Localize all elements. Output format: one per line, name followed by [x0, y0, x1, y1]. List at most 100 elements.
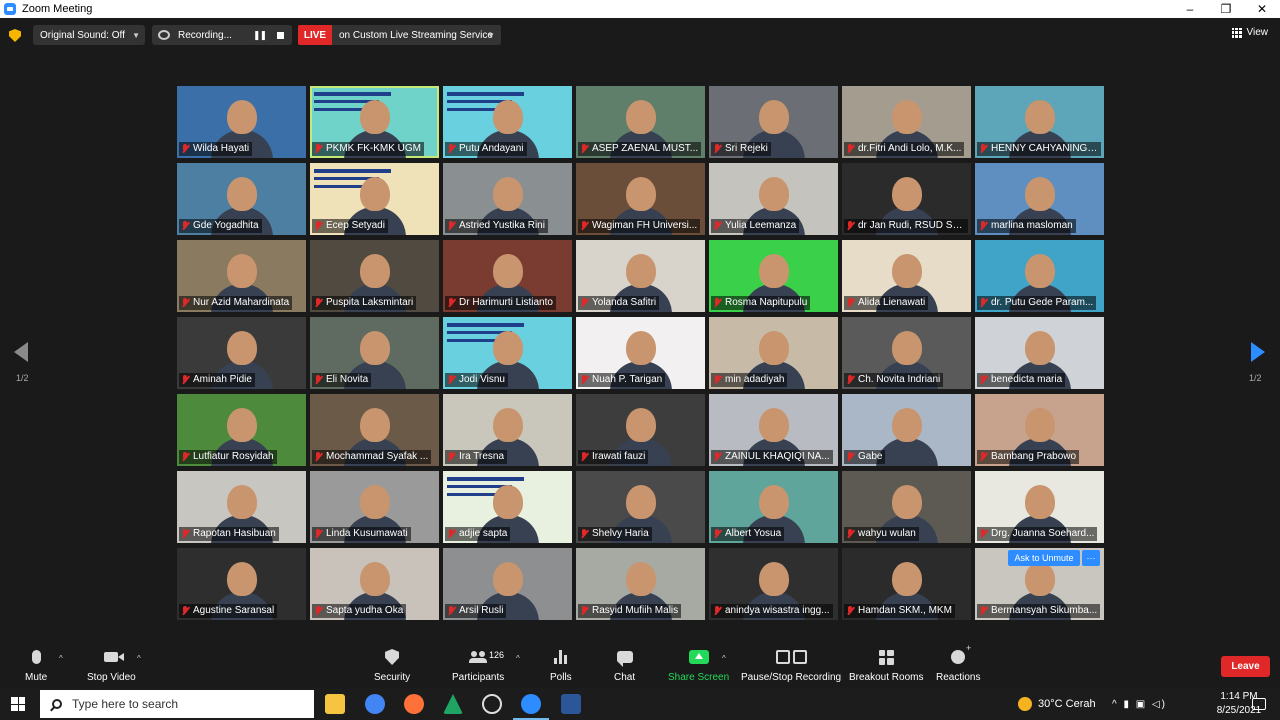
- participant-video-tile[interactable]: Lutfiatur Rosyidah: [177, 394, 306, 466]
- participant-video-tile[interactable]: Agustine Saransal: [177, 548, 306, 620]
- mute-button[interactable]: Mute: [25, 646, 47, 683]
- participant-face: [625, 562, 656, 596]
- participant-video-tile[interactable]: dr. Putu Gede Param...: [975, 240, 1104, 312]
- notification-center-icon[interactable]: [1252, 698, 1266, 710]
- participant-video-tile[interactable]: Eli Novita: [310, 317, 439, 389]
- share-screen-button[interactable]: Share Screen: [668, 646, 729, 683]
- zoom-taskbar-icon[interactable]: [513, 694, 549, 720]
- participant-video-tile[interactable]: Ch. Novita Indriani: [842, 317, 971, 389]
- share-screen-icon: [688, 650, 709, 664]
- leave-meeting-button[interactable]: Leave: [1221, 656, 1270, 677]
- participant-video-tile[interactable]: Rasyid Mufiih Malis: [576, 548, 705, 620]
- google-drive-icon[interactable]: [443, 694, 463, 714]
- participant-video-tile[interactable]: Irawati fauzi: [576, 394, 705, 466]
- audio-options-chevron-icon[interactable]: ^: [59, 654, 63, 663]
- participant-video-tile[interactable]: Aminah Pidie: [177, 317, 306, 389]
- live-streaming-service-button[interactable]: on Custom Live Streaming Service ▼: [332, 25, 501, 45]
- participant-video-tile[interactable]: Bambang Prabowo: [975, 394, 1104, 466]
- muted-mic-icon: [447, 298, 455, 308]
- participant-video-tile[interactable]: Mochammad Syafak ...: [310, 394, 439, 466]
- participant-video-tile[interactable]: Drg. Juanna Soehard...: [975, 471, 1104, 543]
- participant-video-tile[interactable]: Yulia Leemanza: [709, 163, 838, 235]
- participant-video-tile[interactable]: min adadiyah: [709, 317, 838, 389]
- system-tray-icons[interactable]: ^ ▮ ▣ ◁): [1112, 688, 1167, 720]
- video-options-chevron-icon[interactable]: ^: [137, 654, 141, 663]
- ask-to-unmute-button[interactable]: Ask to Unmute: [1008, 550, 1080, 566]
- participant-more-button[interactable]: ···: [1082, 550, 1100, 566]
- participant-video-tile[interactable]: wahyu wulan: [842, 471, 971, 543]
- participant-video-tile[interactable]: benedicta maria: [975, 317, 1104, 389]
- participant-video-tile[interactable]: Wilda Hayati: [177, 86, 306, 158]
- restore-button[interactable]: ❐: [1208, 0, 1244, 18]
- participant-name: dr.Fitri Andi Lolo, M.K...: [844, 142, 965, 156]
- participant-video-tile[interactable]: ZAINUL KHAQIQI NA...: [709, 394, 838, 466]
- taskbar-search-box[interactable]: Type here to search: [40, 690, 314, 718]
- muted-mic-icon: [580, 606, 588, 616]
- participant-video-tile[interactable]: Arsil Rusli: [443, 548, 572, 620]
- encryption-shield-icon[interactable]: [9, 29, 21, 42]
- participant-face: [758, 100, 789, 134]
- participant-video-tile[interactable]: Nuah P. Tarigan: [576, 317, 705, 389]
- participant-video-tile[interactable]: Ecep Setyadi: [310, 163, 439, 235]
- participant-video-tile[interactable]: Wagiman FH Universi...: [576, 163, 705, 235]
- participant-video-tile[interactable]: Rosma Napitupulu: [709, 240, 838, 312]
- participant-face: [492, 254, 523, 288]
- chrome-icon[interactable]: [365, 694, 385, 714]
- reactions-button[interactable]: Reactions: [936, 643, 980, 683]
- live-service-chevron-icon[interactable]: ▼: [487, 31, 495, 40]
- windows-start-icon[interactable]: [11, 697, 25, 711]
- participant-video-tile[interactable]: PKMK FK-KMK UGM: [310, 86, 439, 158]
- participant-video-tile[interactable]: Sri Rejeki: [709, 86, 838, 158]
- firefox-icon[interactable]: [404, 694, 424, 714]
- original-sound-button[interactable]: Original Sound: Off ▼: [33, 25, 145, 45]
- participant-name: Shelvy Haria: [578, 527, 652, 541]
- pause-recording-icon[interactable]: ❚❚: [253, 30, 267, 41]
- participants-options-chevron-icon[interactable]: ^: [516, 654, 520, 663]
- minimize-button[interactable]: –: [1172, 0, 1208, 18]
- participant-video-tile[interactable]: Astried Yustika Rini: [443, 163, 572, 235]
- participant-video-tile[interactable]: dr.Fitri Andi Lolo, M.K...: [842, 86, 971, 158]
- file-explorer-icon[interactable]: [325, 694, 345, 714]
- participant-video-tile[interactable]: Nur Azid Mahardinata: [177, 240, 306, 312]
- participant-video-tile[interactable]: ASEP ZAENAL MUST...: [576, 86, 705, 158]
- participant-video-tile[interactable]: Rapotan Hasibuan: [177, 471, 306, 543]
- share-options-chevron-icon[interactable]: ^: [722, 654, 726, 663]
- participant-video-tile[interactable]: adjie sapta: [443, 471, 572, 543]
- participant-video-tile[interactable]: Dr Harimurti Listianto: [443, 240, 572, 312]
- participant-video-tile[interactable]: marlina masloman: [975, 163, 1104, 235]
- chat-button[interactable]: Chat: [614, 646, 635, 683]
- next-page-arrow-icon[interactable]: [1251, 342, 1265, 362]
- participant-video-tile[interactable]: Alida Lienawati: [842, 240, 971, 312]
- security-label: Security: [374, 672, 411, 683]
- pause-stop-recording-button[interactable]: Pause/Stop Recording: [741, 646, 841, 683]
- previous-page-arrow-icon[interactable]: [14, 342, 28, 362]
- breakout-rooms-button[interactable]: Breakout Rooms: [849, 646, 923, 683]
- stop-video-button[interactable]: Stop Video: [87, 646, 136, 683]
- participant-video-tile[interactable]: Hamdan SKM., MKM: [842, 548, 971, 620]
- close-window-button[interactable]: ✕: [1244, 0, 1280, 18]
- participant-video-tile[interactable]: Jodi Visnu: [443, 317, 572, 389]
- security-button[interactable]: Security: [374, 646, 410, 683]
- participant-name: Linda Kusumawati: [312, 527, 411, 541]
- participant-video-tile[interactable]: Linda Kusumawati: [310, 471, 439, 543]
- participant-video-tile[interactable]: dr Jan Rudi, RSUD Su...: [842, 163, 971, 235]
- participant-video-tile[interactable]: Gde Yogadhita: [177, 163, 306, 235]
- participant-video-tile[interactable]: Puspita Laksmintari: [310, 240, 439, 312]
- participant-video-tile[interactable]: anindya wisastra ingg...: [709, 548, 838, 620]
- participant-video-tile[interactable]: Putu Andayani: [443, 86, 572, 158]
- participant-video-tile[interactable]: Albert Yosua: [709, 471, 838, 543]
- word-icon[interactable]: [561, 694, 581, 714]
- original-sound-chevron-icon[interactable]: ▼: [132, 31, 140, 40]
- stop-recording-icon[interactable]: [277, 32, 284, 39]
- participant-video-tile[interactable]: Sapta yudha Oka: [310, 548, 439, 620]
- weather-widget[interactable]: 30°C Cerah: [1018, 688, 1096, 720]
- participant-video-tile[interactable]: HENNY CAHYANINGS...: [975, 86, 1104, 158]
- participant-video-tile[interactable]: Gabe: [842, 394, 971, 466]
- view-button[interactable]: View: [1231, 27, 1268, 38]
- participant-video-tile[interactable]: Yolanda Safitri: [576, 240, 705, 312]
- participant-name: Rosma Napitupulu: [711, 296, 811, 310]
- polls-button[interactable]: Polls: [550, 646, 572, 683]
- participant-video-tile[interactable]: Ira Tresna: [443, 394, 572, 466]
- app-circle-icon[interactable]: [482, 694, 502, 714]
- participant-video-tile[interactable]: Shelvy Haria: [576, 471, 705, 543]
